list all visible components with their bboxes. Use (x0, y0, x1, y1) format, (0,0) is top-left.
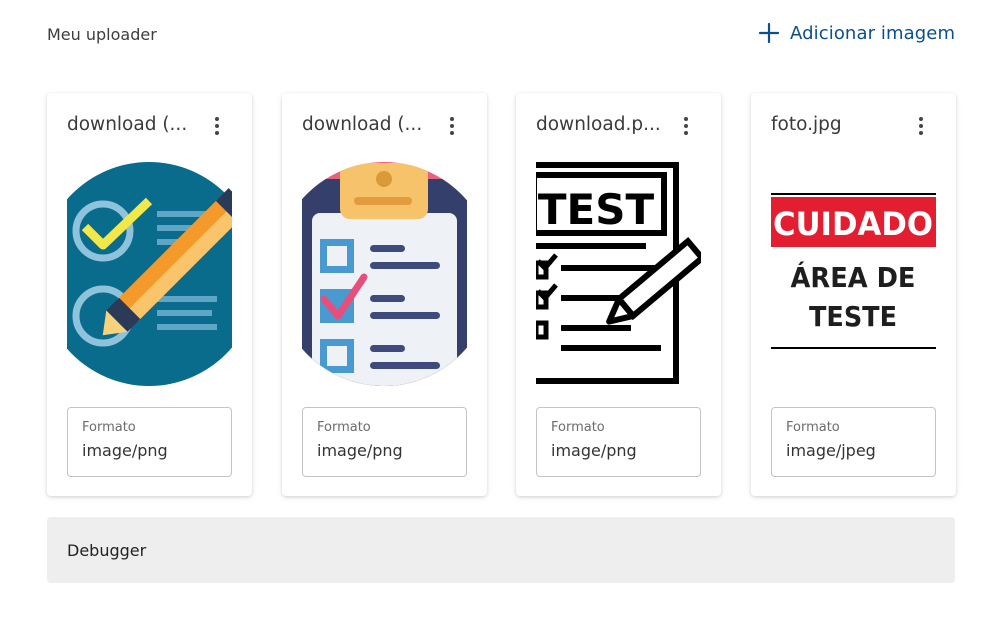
format-label: Formato (82, 420, 136, 435)
card-filename: download (... (302, 114, 423, 135)
card-filename: foto.jpg (771, 114, 842, 135)
image-card: download.p... TEST Formato image/png (516, 93, 721, 496)
format-input[interactable] (317, 441, 452, 460)
format-label: Formato (317, 420, 371, 435)
format-field[interactable]: Formato (771, 407, 936, 477)
uploader-page: Meu uploader Adicionar imagem download (… (0, 0, 999, 622)
add-image-label: Adicionar imagem (790, 22, 956, 44)
warning-text-line3: TESTE (809, 300, 897, 333)
format-input[interactable] (786, 441, 921, 460)
more-vert-icon (683, 116, 689, 139)
image-preview-clipboard (302, 161, 467, 387)
image-card: download (... Formato image/png (282, 93, 487, 496)
warning-text-line2: ÁREA DE (791, 260, 916, 294)
image-card: foto.jpg CUIDADO ÁREA DE TESTE Formato (751, 93, 956, 496)
format-input[interactable] (82, 441, 217, 460)
image-card: download (... Formato image/png (47, 93, 252, 496)
format-field[interactable]: Formato (67, 407, 232, 477)
card-filename: download.p... (536, 114, 661, 135)
format-field[interactable]: Formato (536, 407, 701, 477)
image-preview-warning-sign: CUIDADO ÁREA DE TESTE (771, 161, 936, 387)
image-preview-checklist-pencil (67, 161, 232, 387)
format-label: Formato (786, 420, 840, 435)
more-vert-icon (214, 116, 220, 139)
warning-text-line1: CUIDADO (773, 205, 933, 243)
page-title: Meu uploader (47, 25, 157, 44)
more-options-button[interactable] (440, 115, 464, 139)
format-input[interactable] (551, 441, 686, 460)
more-vert-icon (449, 116, 455, 139)
debugger-label: Debugger (67, 541, 147, 560)
debugger-panel[interactable]: Debugger (47, 517, 955, 583)
image-preview-test-sheet: TEST (536, 161, 701, 387)
more-options-button[interactable] (674, 115, 698, 139)
plus-icon (758, 22, 780, 44)
card-filename: download (... (67, 114, 188, 135)
more-options-button[interactable] (205, 115, 229, 139)
test-image-text: TEST (538, 185, 655, 234)
more-options-button[interactable] (909, 115, 933, 139)
format-field[interactable]: Formato (302, 407, 467, 477)
more-vert-icon (918, 116, 924, 139)
add-image-button[interactable]: Adicionar imagem (758, 22, 955, 44)
format-label: Formato (551, 420, 605, 435)
